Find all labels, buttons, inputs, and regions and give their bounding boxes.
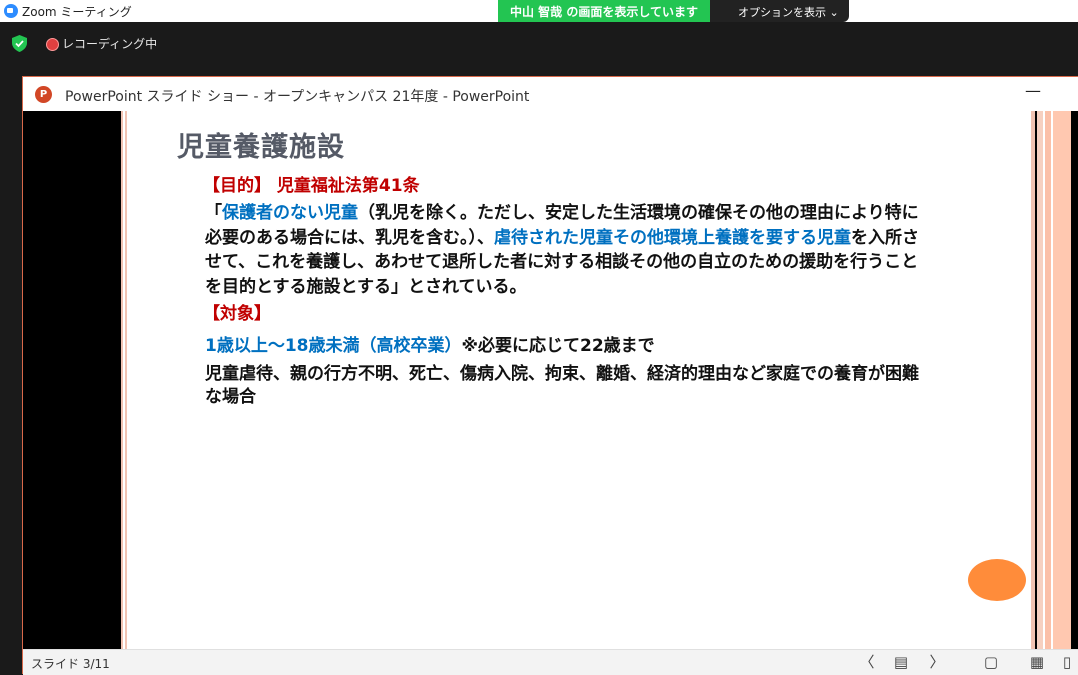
reading-view-icon[interactable]: ▯ — [1057, 653, 1077, 671]
conditions-text: 児童虐待、親の行方不明、死亡、傷病入院、拘束、離婚、経済的理由など家庭での養育が… — [205, 364, 919, 407]
slide-sorter-icon[interactable]: ▦ — [1027, 653, 1047, 671]
purpose-law: 児童福祉法第41条 — [276, 176, 420, 196]
recording-icon — [46, 38, 59, 51]
slide-left-border — [121, 111, 127, 649]
slide-decoration-bars — [1037, 111, 1071, 649]
normal-view-icon[interactable]: ▢ — [981, 653, 1001, 671]
slide-counter: スライド 3/11 — [31, 657, 110, 671]
screen-share-banner: 中山 智哉 の画面を表示しています オプションを表示 ⌄ — [498, 0, 849, 22]
purpose-paragraph: 「保護者のない児童（乳児を除く。ただし、安定した生活環境の確保その他の理由により… — [205, 201, 925, 299]
slide-right-margin — [1071, 111, 1078, 649]
recording-label[interactable]: レコーディング中 — [62, 35, 157, 52]
ppt-statusbar: スライド 3/11 〈 ▤ 〉 ▢ ▦ ▯ — [23, 649, 1078, 675]
para-blue-2: 虐待された児童その他環境上養護を要する児童 — [494, 227, 851, 248]
para-blue-1: 保護者のない児童 — [222, 203, 358, 223]
purpose-heading: 【目的】 — [203, 176, 271, 196]
ppt-titlebar: P PowerPoint スライド ショー - オープンキャンパス 21年度 -… — [23, 77, 1078, 111]
target-heading: 【対象】 — [203, 304, 271, 324]
powerpoint-slideshow-window: P PowerPoint スライド ショー - オープンキャンパス 21年度 -… — [22, 76, 1078, 675]
age-line: 1歳以上〜18歳未満（高校卒業）※必要に応じて22歳まで — [205, 331, 655, 356]
minimize-button[interactable]: — — [1023, 81, 1043, 103]
slide-area: 児童養護施設 【目的】 児童福祉法第41条 「保護者のない児童（乳児を除く。ただ… — [23, 111, 1078, 649]
zoom-toolbar: レコーディング中 — [0, 22, 1078, 74]
age-range: 1歳以上〜18歳未満（高校卒業） — [205, 336, 462, 356]
share-status-label: 中山 智哉 の画面を表示しています — [498, 0, 710, 22]
laser-pointer-dot — [968, 559, 1026, 601]
age-note: ※必要に応じて22歳まで — [461, 336, 655, 356]
slide-list-icon[interactable]: ▤ — [891, 653, 911, 671]
slide-right-border — [1031, 111, 1035, 649]
next-slide-icon[interactable]: 〉 — [927, 653, 947, 671]
para-open: 「 — [205, 203, 222, 223]
slide-title: 児童養護施設 — [177, 132, 345, 163]
previous-slide-icon[interactable]: 〈 — [857, 653, 877, 671]
purpose-line: 【目的】 児童福祉法第41条 — [203, 171, 420, 196]
zoom-window-title: Zoom ミーティング — [22, 5, 132, 19]
ppt-window-title: PowerPoint スライド ショー - オープンキャンパス 21年度 - P… — [65, 89, 530, 105]
security-shield-icon[interactable] — [12, 35, 27, 52]
view-options-button[interactable]: オプションを表示 ⌄ — [710, 0, 849, 22]
powerpoint-logo-icon: P — [35, 86, 52, 103]
zoom-logo-icon — [4, 4, 18, 18]
zoom-titlebar: Zoom ミーティング 中山 智哉 の画面を表示しています オプションを表示 ⌄ — [0, 0, 1078, 22]
